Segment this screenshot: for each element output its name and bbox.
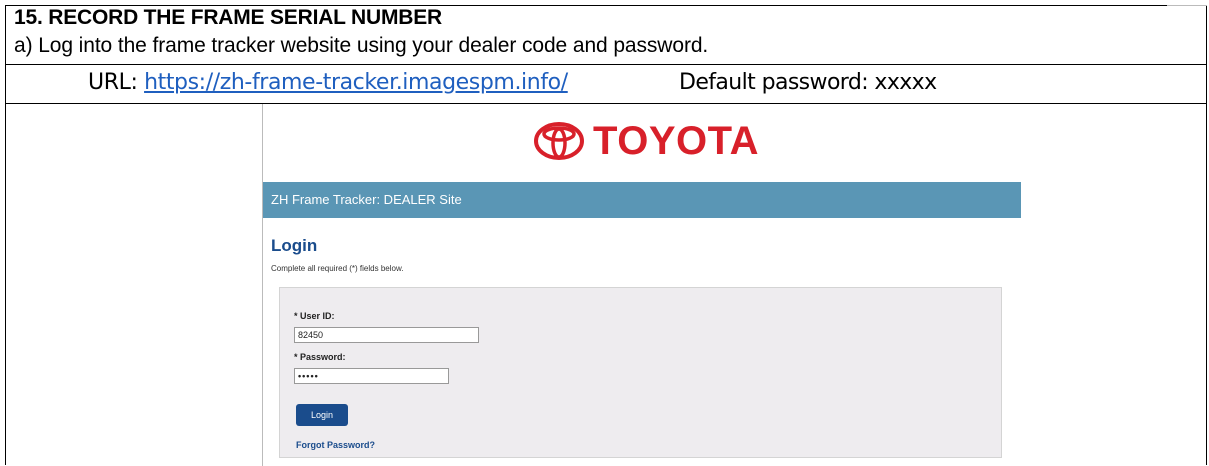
step-title: 15. RECORD THE FRAME SERIAL NUMBER [14, 6, 443, 29]
url-row: URL: https://zh-frame-tracker.imagespm.i… [88, 70, 568, 95]
toyota-logo-icon [534, 122, 584, 160]
password-label: * Password: [294, 352, 346, 362]
forgot-password-link[interactable]: Forgot Password? [296, 440, 375, 450]
user-id-label: * User ID: [294, 311, 335, 321]
divider [5, 64, 1207, 65]
password-input[interactable]: ••••• [294, 368, 449, 384]
brand-name: TOYOTA [593, 118, 759, 163]
required-fields-note: Complete all required (*) fields below. [271, 264, 404, 273]
site-title-bar: ZH Frame Tracker: DEALER Site [263, 182, 1021, 218]
default-password-note: Default password: xxxxx [679, 70, 937, 95]
toyota-brand: TOYOTA [533, 116, 759, 166]
login-button[interactable]: Login [296, 404, 348, 426]
brand-header: TOYOTA [263, 104, 1021, 182]
step-instruction-a: a) Log into the frame tracker website us… [14, 34, 709, 57]
page-edge-line [1167, 5, 1207, 6]
embedded-login-screenshot: TOYOTA ZH Frame Tracker: DEALER Site Log… [262, 104, 1021, 466]
url-label: URL: [88, 70, 145, 95]
login-heading: Login [271, 236, 318, 255]
login-form: * User ID: 82450 * Password: ••••• Login… [279, 287, 1002, 458]
user-id-input[interactable]: 82450 [294, 327, 479, 343]
url-link[interactable]: https://zh-frame-tracker.imagespm.info/ [144, 70, 568, 95]
site-title: ZH Frame Tracker: DEALER Site [271, 192, 462, 207]
